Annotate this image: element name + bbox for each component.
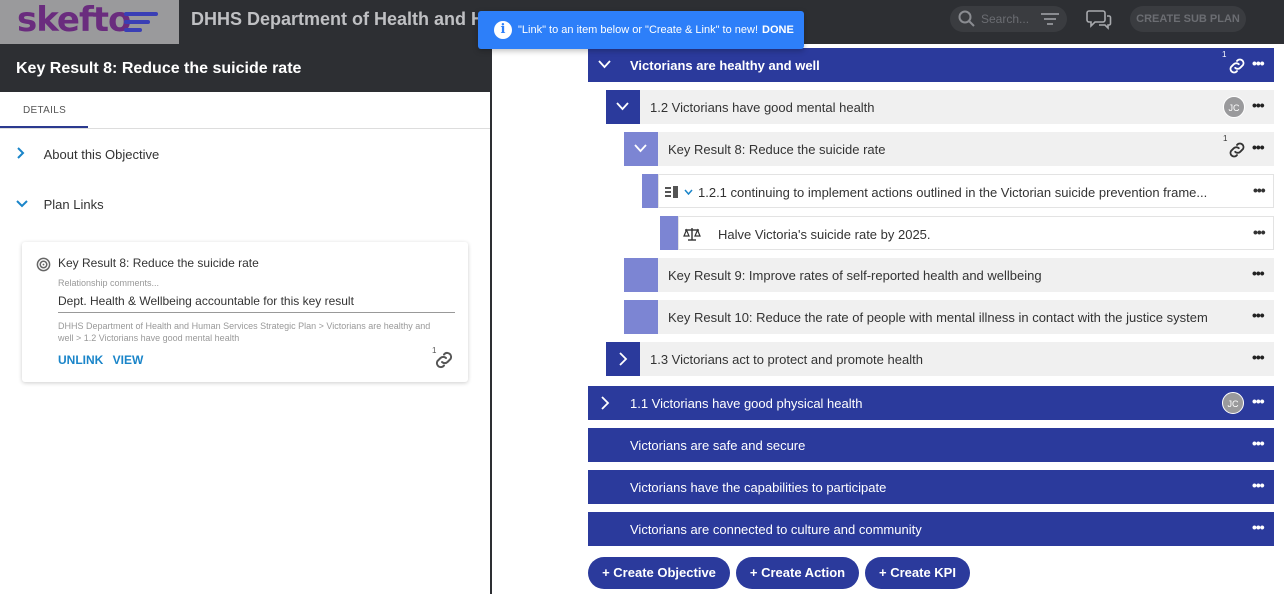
toggle-key-result-9[interactable] [624,258,658,292]
more-options-icon[interactable]: ••• [1252,265,1265,281]
more-options-icon[interactable]: ••• [1253,224,1266,240]
section-about-objective[interactable]: About this Objective [16,146,159,162]
row-label: 1.2.1 continuing to implement actions ou… [698,185,1208,200]
chevron-down-icon[interactable] [598,60,611,69]
card-breadcrumb-path: DHHS Department of Health and Human Serv… [58,321,431,343]
tree-row-key-result-9[interactable]: Key Result 9: Improve rates of self-repo… [658,258,1274,292]
indent-strip [642,174,658,208]
link-icon[interactable] [432,348,456,372]
comments-icon[interactable] [1086,8,1112,30]
target-icon [36,257,51,272]
more-options-icon[interactable]: ••• [1252,97,1265,113]
tab-details[interactable]: DETAILS [0,92,88,128]
action-list-icon [665,186,678,198]
tree-row-safe-and-secure[interactable]: Victorians are safe and secure ••• [588,428,1274,462]
row-label: 1.2 Victorians have good mental health [650,100,875,115]
chevron-right-icon[interactable] [601,396,610,410]
section-plan-links-label: Plan Links [43,197,104,212]
more-options-icon[interactable]: ••• [1252,55,1265,71]
search-input[interactable]: Search... [950,6,1067,32]
tree-row-key-result-10[interactable]: Key Result 10: Reduce the rate of people… [658,300,1274,334]
row-label: Victorians are safe and secure [630,438,806,453]
tree-row-capabilities[interactable]: Victorians have the capabilities to part… [588,470,1274,504]
tree-row-key-result-8[interactable]: Key Result 8: Reduce the suicide rate 1 … [658,132,1274,166]
tab-divider [0,128,490,129]
more-options-icon[interactable]: ••• [1252,349,1265,365]
avatar[interactable]: JC [1223,96,1245,118]
details-panel: Key Result 8: Reduce the suicide rate DE… [0,44,492,594]
more-options-icon[interactable]: ••• [1252,307,1265,323]
toggle-act-to-protect[interactable] [606,342,640,376]
row-label: Key Result 8: Reduce the suicide rate [668,142,886,157]
row-label: Victorians have the capabilities to part… [630,480,887,495]
more-options-icon[interactable]: ••• [1252,477,1265,493]
tree-row-kpi-halve-suicide[interactable]: Halve Victoria's suicide rate by 2025. •… [678,216,1274,250]
tree-row-physical-health[interactable]: 1.1 Victorians have good physical health… [588,386,1274,420]
tree-row-healthy-and-well[interactable]: Victorians are healthy and well 1 ••• [588,48,1274,82]
logo-lines-icon [124,12,158,32]
toast-done-button[interactable]: DONE [762,24,794,36]
card-title: Key Result 8: Reduce the suicide rate [58,256,259,270]
more-options-icon[interactable]: ••• [1253,182,1266,198]
scale-icon [683,228,701,241]
tree-row-culture-community[interactable]: Victorians are connected to culture and … [588,512,1274,546]
app-title: DHHS Department of Health and Hu [191,9,481,29]
more-options-icon[interactable]: ••• [1252,519,1265,535]
view-button[interactable]: VIEW [113,353,144,367]
chevron-down-icon [616,102,629,111]
create-action-button[interactable]: + Create Action [736,557,859,589]
row-label: Key Result 9: Improve rates of self-repo… [668,268,1042,283]
tree-row-action-1-2-1[interactable]: 1.2.1 continuing to implement actions ou… [658,174,1274,208]
create-sub-plan-button[interactable]: CREATE SUB PLAN [1130,6,1246,32]
toast-message: "Link" to an item below or "Create & Lin… [518,24,759,36]
chevron-down-icon [16,196,34,212]
create-kpi-button[interactable]: + Create KPI [865,557,970,589]
create-objective-button[interactable]: + Create Objective [588,557,730,589]
row-label: 1.1 Victorians have good physical health [630,396,863,411]
row-label: Halve Victoria's suicide rate by 2025. [718,227,931,242]
card-actions: UNLINK VIEW [58,353,149,367]
chevron-right-icon [619,352,628,366]
filter-icon[interactable] [1041,12,1059,26]
toggle-mental-health[interactable] [606,90,640,124]
tree-row-mental-health[interactable]: 1.2 Victorians have good mental health J… [640,90,1274,124]
relationship-comment-input[interactable]: Dept. Health & Wellbeing accountable for… [58,294,354,308]
details-header: Key Result 8: Reduce the suicide rate [0,44,490,92]
link-icon[interactable] [1226,139,1248,161]
unlink-button[interactable]: UNLINK [58,353,103,367]
avatar[interactable]: JC [1222,392,1244,414]
tree-row-act-to-protect[interactable]: 1.3 Victorians act to protect and promot… [640,342,1274,376]
section-plan-links[interactable]: Plan Links [16,196,104,212]
details-title: Key Result 8: Reduce the suicide rate [16,60,302,77]
plan-link-card: Key Result 8: Reduce the suicide rate Re… [22,242,468,382]
chevron-down-icon [634,144,647,153]
tab-details-label: DETAILS [23,105,67,116]
info-icon: i [494,21,512,39]
comment-underline [58,312,455,313]
more-options-icon[interactable]: ••• [1252,139,1265,155]
more-options-icon[interactable]: ••• [1252,435,1265,451]
logo-area[interactable]: skefto [0,0,179,44]
relationship-label: Relationship comments... [58,278,160,288]
search-placeholder: Search... [981,12,1030,26]
link-icon[interactable] [1226,55,1248,77]
chevron-down-icon[interactable] [684,189,693,195]
toggle-key-result-10[interactable] [624,300,658,334]
link-instruction-toast: i "Link" to an item below or "Create & L… [478,11,804,49]
row-label: Victorians are healthy and well [630,58,820,73]
logo: skefto [17,0,131,40]
row-label: Key Result 10: Reduce the rate of people… [668,310,1208,325]
more-options-icon[interactable]: ••• [1252,393,1265,409]
indent-strip [660,216,678,250]
toggle-key-result-8[interactable] [624,132,658,166]
search-icon [958,10,975,27]
row-label: Victorians are connected to culture and … [630,522,922,537]
section-about-label: About this Objective [43,147,160,162]
row-label: 1.3 Victorians act to protect and promot… [650,352,923,367]
chevron-right-icon [16,146,34,162]
